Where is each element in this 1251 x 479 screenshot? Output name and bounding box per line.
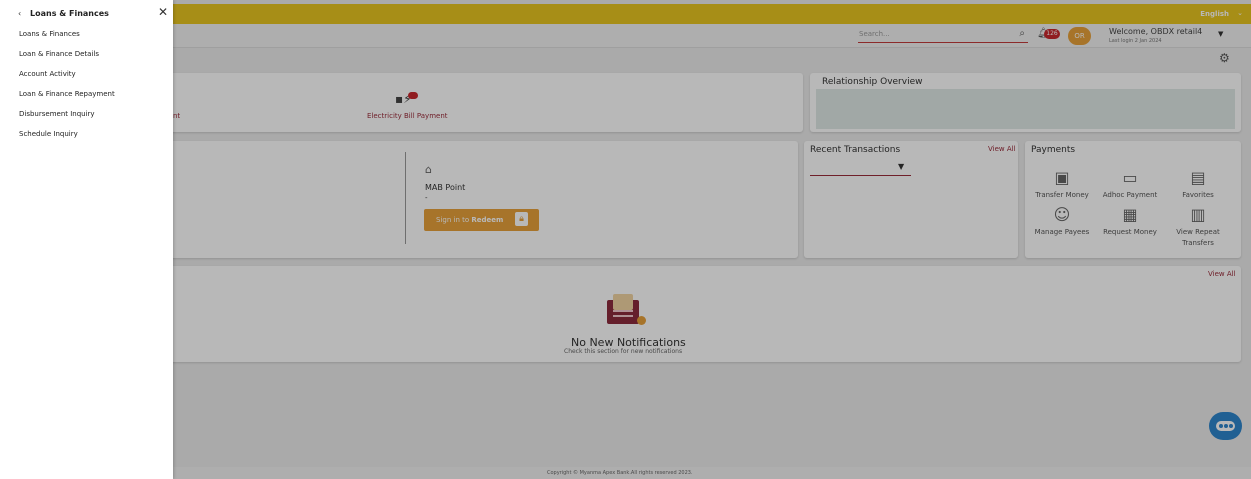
menu-item-account-activity[interactable]: Account Activity: [19, 70, 76, 78]
menu-item-loans-finances[interactable]: Loans & Finances: [19, 30, 80, 38]
menu-item-loan-finance-details[interactable]: Loan & Finance Details: [19, 50, 99, 58]
side-menu-title: Loans & Finances: [30, 9, 109, 18]
loans-finances-side-menu: ‹ Loans & Finances ✕ Loans & Finances Lo…: [0, 0, 173, 479]
menu-item-loan-finance-repayment[interactable]: Loan & Finance Repayment: [19, 90, 115, 98]
modal-overlay[interactable]: [0, 0, 1251, 479]
menu-item-schedule-inquiry[interactable]: Schedule Inquiry: [19, 130, 78, 138]
menu-item-disbursement-inquiry[interactable]: Disbursement Inquiry: [19, 110, 95, 118]
back-chevron-icon[interactable]: ‹: [18, 9, 21, 18]
close-icon[interactable]: ✕: [158, 5, 168, 19]
